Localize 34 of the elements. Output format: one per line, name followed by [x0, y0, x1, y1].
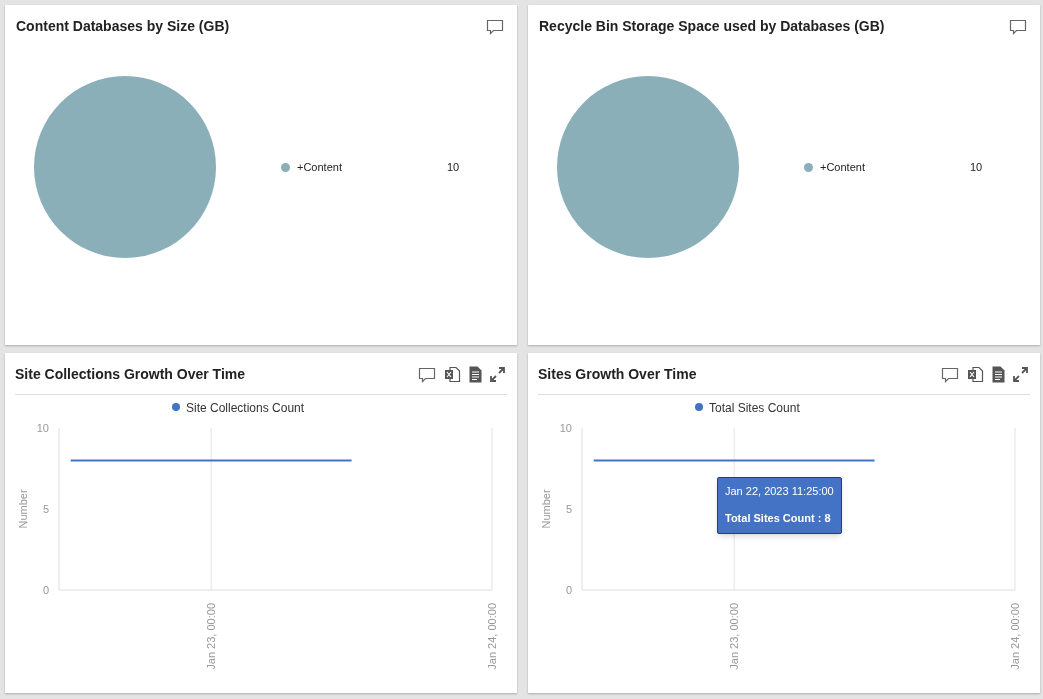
comment-icon[interactable] [418, 366, 436, 383]
y-tick-label: 10 [559, 422, 572, 434]
panel-title: Recycle Bin Storage Space used by Databases (GB) [539, 17, 885, 36]
x-tick-label: Jan 23, 00:00 [728, 603, 741, 670]
panel-title: Site Collections Growth Over Time [15, 365, 245, 384]
y-tick-label: 5 [565, 503, 572, 515]
y-tick-label: 0 [42, 584, 49, 596]
legend-label: +Content [297, 159, 343, 175]
y-axis-title: Number [17, 489, 29, 529]
excel-export-icon[interactable] [444, 366, 461, 383]
tooltip-value: Total Sites Count : 8 [725, 512, 832, 525]
x-tick-label: Jan 23, 00:00 [205, 603, 218, 670]
excel-export-icon[interactable] [967, 366, 984, 383]
panel-title: Content Databases by Size (GB) [16, 17, 230, 36]
panel-title: Sites Growth Over Time [538, 365, 697, 384]
comment-icon[interactable] [941, 366, 959, 383]
legend-label: Site Collections Count [186, 400, 305, 415]
x-tick-label: Jan 24, 00:00 [486, 603, 498, 670]
y-tick-label: 5 [42, 503, 49, 515]
legend-value: 10 [447, 159, 460, 175]
x-tick-label: Jan 24, 00:00 [1009, 603, 1021, 670]
tooltip-date: Jan 22, 2023 11:25:00 [725, 485, 834, 498]
y-tick-label: 10 [36, 422, 49, 434]
comment-icon[interactable] [486, 18, 504, 35]
expand-icon[interactable] [1013, 367, 1028, 382]
y-tick-label: 0 [565, 584, 572, 596]
document-icon[interactable] [992, 366, 1005, 383]
legend-label: +Content [820, 159, 866, 175]
document-icon[interactable] [469, 366, 482, 383]
y-axis-title: Number [540, 489, 552, 529]
legend-label: Total Sites Count [709, 400, 800, 415]
legend-value: 10 [970, 159, 983, 175]
expand-icon[interactable] [490, 367, 505, 382]
comment-icon[interactable] [1009, 18, 1027, 35]
